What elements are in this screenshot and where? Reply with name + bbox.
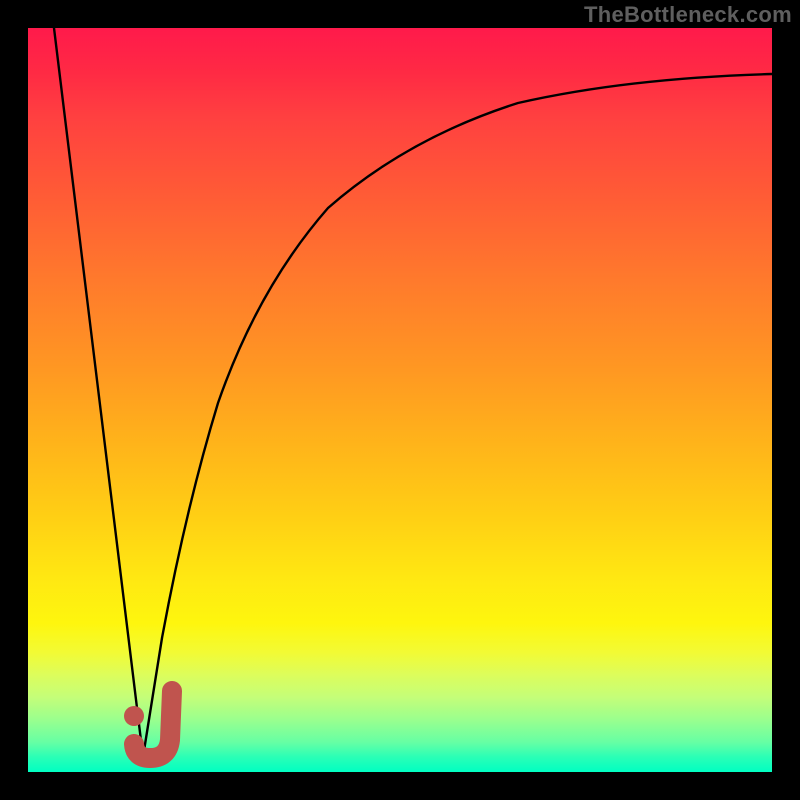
j-marker-dot	[124, 706, 144, 726]
watermark-text: TheBottleneck.com	[584, 2, 792, 28]
plot-area	[28, 28, 772, 772]
curve-right-segment	[143, 74, 772, 757]
chart-frame: TheBottleneck.com	[0, 0, 800, 800]
curve-layer	[28, 28, 772, 772]
curve-left-segment	[54, 28, 143, 757]
